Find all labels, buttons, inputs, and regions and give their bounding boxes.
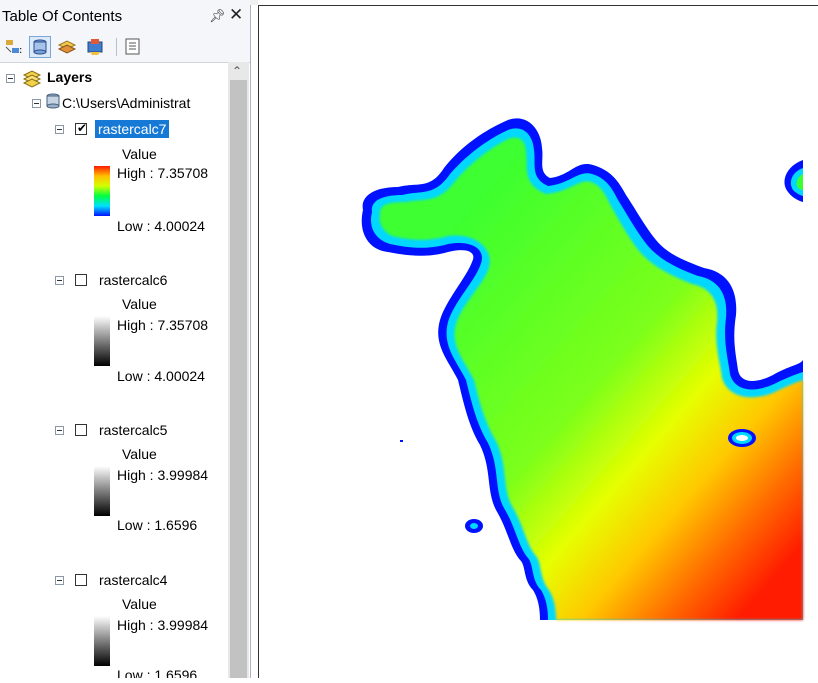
layer-visibility-checkbox[interactable] [75,424,87,436]
legend-gray-ramp [94,316,110,366]
list-by-selection-icon[interactable] [84,36,106,58]
collapse-layer-toggle[interactable] [55,125,64,134]
toc-scrollbar[interactable]: ⌃ [228,62,249,678]
legend-gray-ramp [94,466,110,516]
legend-value-label: Value [122,296,157,312]
layer-name[interactable]: rastercalc5 [99,422,167,438]
list-by-source-icon[interactable] [29,36,51,58]
layer-visibility-checkbox[interactable] [75,574,87,586]
collapse-layer-toggle[interactable] [55,426,64,435]
toc-toolbar: : [0,34,250,63]
toc-title: Table Of Contents [2,8,123,25]
layer-name[interactable]: rastercalc4 [99,572,167,588]
collapse-layer-toggle[interactable] [55,276,64,285]
layers-icon [22,68,42,93]
scrollbar-thumb[interactable] [230,80,247,678]
legend-high: High : 7.35708 [117,317,209,333]
collapse-source-toggle[interactable] [32,99,41,108]
source-path[interactable]: C:\Users\Administrat [62,95,190,111]
collapse-layers-toggle[interactable] [6,74,15,83]
legend-color-ramp [94,166,110,216]
legend-low: Low : 4.00024 [117,218,205,234]
scroll-up-icon[interactable]: ⌃ [232,64,242,78]
legend-value-label: Value [122,446,157,462]
options-icon[interactable] [122,36,144,58]
legend-high: High : 7.35708 [117,165,209,181]
layer-name[interactable]: rastercalc7 [95,120,170,138]
layer-name[interactable]: rastercalc6 [99,272,167,288]
legend-low: Low : 1.6596 [117,517,198,533]
database-icon [45,92,61,115]
collapse-layer-toggle[interactable] [55,576,64,585]
list-by-visibility-icon[interactable] [56,36,78,58]
toolbar-separator [116,38,117,56]
layer-tree: Layers C:\Users\Administrat ✔ rastercalc… [0,62,228,678]
svg-text::: : [19,45,22,56]
legend-high: High : 3.99984 [117,467,209,483]
layers-label[interactable]: Layers [47,69,92,85]
map-frame-border [258,5,818,678]
close-icon[interactable]: ✕ [229,5,243,25]
pin-icon[interactable]: 📌︎ [209,8,226,24]
legend-gray-ramp [94,616,110,666]
legend-high: High : 3.99984 [117,617,209,633]
toc-title-bar: Table Of Contents 📌︎ ✕ [0,0,250,34]
legend-value-label: Value [122,596,157,612]
legend-low: Low : 1.6596 [117,667,198,678]
legend-value-label: Value [122,146,157,162]
table-of-contents-panel: Table Of Contents 📌︎ ✕ : Layers C:\Users… [0,0,251,678]
layer-visibility-checkbox[interactable] [75,274,87,286]
list-by-drawing-order-icon[interactable]: : [3,36,25,58]
layer-visibility-checkbox[interactable]: ✔ [75,121,87,135]
legend-low: Low : 4.00024 [117,368,205,384]
